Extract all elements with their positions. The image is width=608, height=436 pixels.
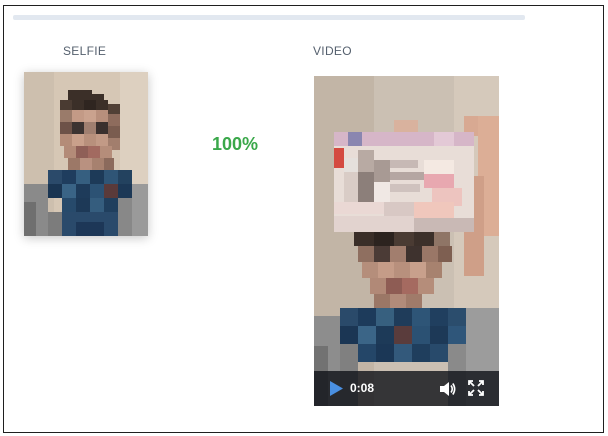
verification-panel: SELFIE VIDEO 100% 0:08 bbox=[3, 5, 604, 433]
video-frame bbox=[314, 76, 499, 406]
match-score: 100% bbox=[212, 134, 259, 154]
video-time: 0:08 bbox=[350, 381, 375, 395]
fullscreen-icon[interactable] bbox=[468, 380, 484, 396]
video-label: VIDEO bbox=[313, 44, 352, 58]
selfie-image bbox=[24, 72, 148, 236]
video-player[interactable]: 0:08 bbox=[314, 76, 499, 406]
volume-icon[interactable] bbox=[439, 380, 457, 398]
progress-divider bbox=[13, 15, 525, 20]
play-icon[interactable] bbox=[328, 380, 344, 397]
video-controls: 0:08 bbox=[314, 371, 499, 406]
selfie-label: SELFIE bbox=[63, 44, 107, 58]
